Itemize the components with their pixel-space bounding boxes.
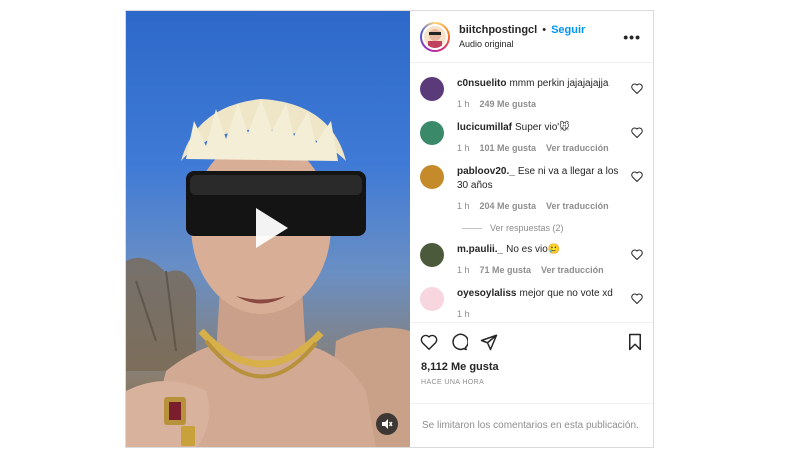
replies-divider bbox=[462, 227, 482, 229]
separator-dot: • bbox=[542, 24, 547, 36]
comment-avatar[interactable] bbox=[420, 287, 444, 311]
heart-icon[interactable] bbox=[631, 293, 643, 304]
likes-count[interactable]: 8,112 Me gusta bbox=[410, 361, 653, 373]
comment-username[interactable]: c0nsuelito bbox=[457, 78, 506, 89]
comment-icon[interactable] bbox=[450, 333, 468, 351]
comment-item: c0nsuelito mmm perkin jajajajajja 1 h 249… bbox=[420, 77, 643, 111]
play-icon[interactable] bbox=[246, 204, 294, 252]
comment-username[interactable]: pabloov20._ bbox=[457, 166, 515, 177]
comment-time[interactable]: 1 h bbox=[457, 97, 470, 111]
avatar-image bbox=[422, 23, 448, 50]
instagram-post-dialog: biitchpostingcl • Seguir Audio original … bbox=[125, 10, 654, 448]
like-heart-icon[interactable] bbox=[420, 334, 438, 350]
heart-icon[interactable] bbox=[631, 171, 643, 182]
username[interactable]: biitchpostingcl bbox=[459, 24, 537, 36]
heart-icon[interactable] bbox=[631, 249, 643, 260]
comment-item: pabloov20._ Ese ni va a llegar a los 30 a… bbox=[420, 165, 643, 213]
heart-icon[interactable] bbox=[631, 83, 643, 94]
heart-icon[interactable] bbox=[631, 127, 643, 138]
comment-time[interactable]: 1 h bbox=[457, 141, 470, 155]
translate-link[interactable]: Ver traducción bbox=[546, 141, 609, 155]
comment-text: No es vio🥲 bbox=[506, 244, 561, 255]
comments-limited-notice: Se limitaron los comentarios en esta pub… bbox=[410, 403, 653, 447]
comment-text: mejor que no vote xd bbox=[519, 288, 613, 299]
comment-avatar[interactable] bbox=[420, 77, 444, 101]
share-icon[interactable] bbox=[480, 333, 498, 351]
more-options-icon[interactable]: ••• bbox=[623, 29, 641, 45]
audio-label[interactable]: Audio original bbox=[459, 39, 623, 49]
post-sidebar: biitchpostingcl • Seguir Audio original … bbox=[410, 11, 653, 447]
comment-username[interactable]: lucicumillaf bbox=[457, 122, 512, 133]
speaker-muted-icon[interactable] bbox=[376, 413, 398, 435]
avatar[interactable] bbox=[420, 21, 450, 52]
follow-button[interactable]: Seguir bbox=[551, 24, 585, 36]
view-replies-button[interactable]: Ver respuestas (2) bbox=[462, 223, 643, 233]
translate-link[interactable]: Ver traducción bbox=[546, 199, 609, 213]
comment-avatar[interactable] bbox=[420, 243, 444, 267]
comment-item: lucicumillaf Super vio'🐭 1 h 101 Me gusta… bbox=[420, 121, 643, 155]
translate-link[interactable]: Ver traducción bbox=[541, 263, 604, 277]
comment-username[interactable]: m.paulii._ bbox=[457, 244, 503, 255]
comment-text: Super vio'🐭 bbox=[515, 122, 570, 133]
comment-text: mmm perkin jajajajajja bbox=[509, 78, 609, 89]
comment-item: m.paulii._ No es vio🥲 1 h 71 Me gusta Ver… bbox=[420, 243, 643, 277]
view-replies-label[interactable]: Ver respuestas (2) bbox=[490, 223, 564, 233]
video-player[interactable] bbox=[126, 11, 410, 447]
comment-time[interactable]: 1 h bbox=[457, 199, 470, 213]
comment-username[interactable]: oyesoylaliss bbox=[457, 288, 516, 299]
comment-item: oyesoylaliss mejor que no vote xd 1 h bbox=[420, 287, 643, 321]
comment-avatar[interactable] bbox=[420, 165, 444, 189]
comment-time[interactable]: 1 h bbox=[457, 263, 470, 277]
comment-likes[interactable]: 204 Me gusta bbox=[480, 199, 537, 213]
post-timestamp[interactable]: HACE UNA HORA bbox=[410, 373, 653, 386]
comment-time[interactable]: 1 h bbox=[457, 307, 470, 321]
comment-likes[interactable]: 71 Me gusta bbox=[480, 263, 532, 277]
comment-likes[interactable]: 249 Me gusta bbox=[480, 97, 537, 111]
bookmark-icon[interactable] bbox=[627, 333, 643, 351]
comment-avatar[interactable] bbox=[420, 121, 444, 145]
comments-list[interactable]: c0nsuelito mmm perkin jajajajajja 1 h 249… bbox=[410, 63, 653, 323]
post-header: biitchpostingcl • Seguir Audio original … bbox=[410, 11, 653, 63]
action-bar bbox=[410, 323, 653, 361]
comment-likes[interactable]: 101 Me gusta bbox=[480, 141, 537, 155]
